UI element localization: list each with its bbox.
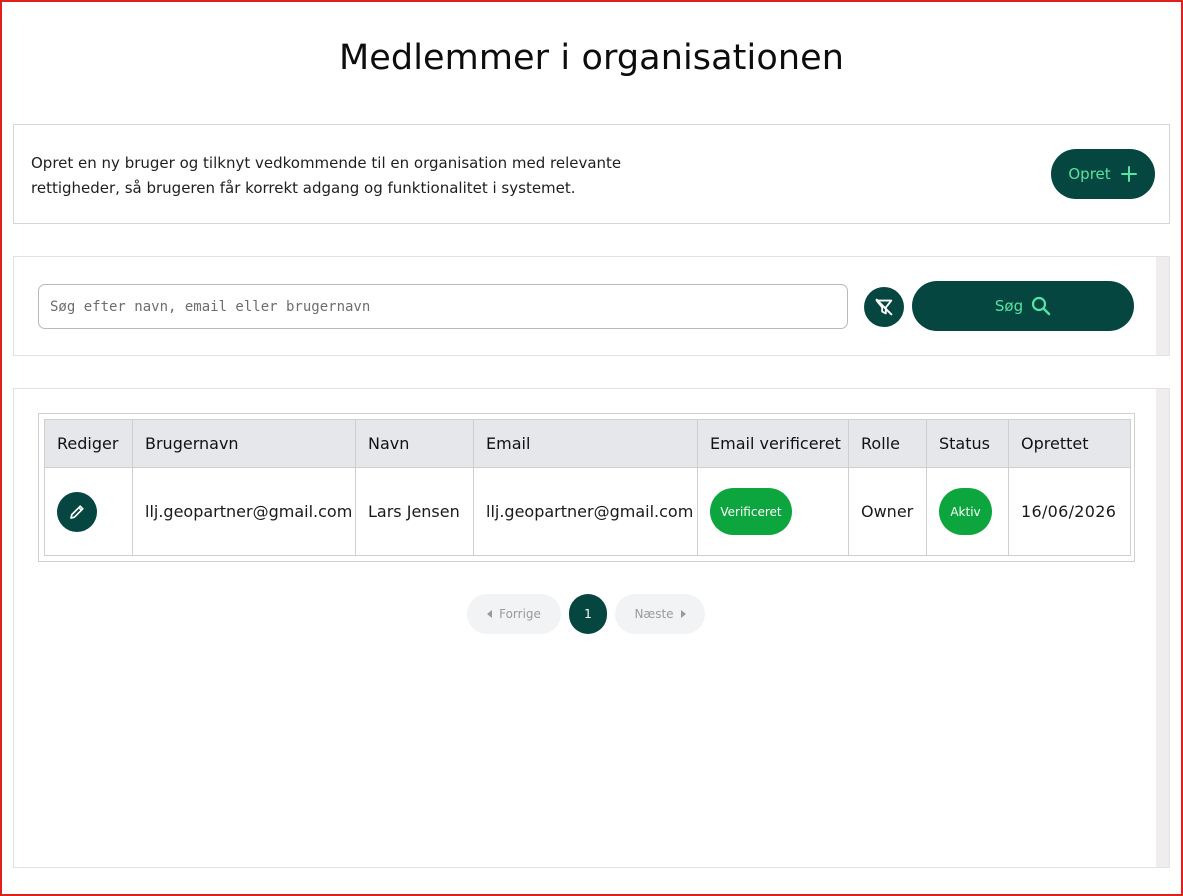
username-cell: llj.geopartner@gmail.com	[132, 467, 356, 556]
search-button-label: Søg	[994, 297, 1024, 315]
next-page-button[interactable]: Næste	[615, 594, 705, 634]
scrollbar-track[interactable]	[1156, 389, 1169, 867]
column-header-username[interactable]: Brugernavn	[132, 419, 356, 468]
search-icon	[1032, 296, 1051, 316]
role-cell: Owner	[848, 467, 927, 556]
column-header-email[interactable]: Email	[473, 419, 698, 468]
plus-icon	[1120, 166, 1137, 182]
previous-page-label: Forrige	[499, 607, 541, 621]
edit-cell	[44, 467, 133, 556]
intro-card: Opret en ny bruger og tilknyt vedkommend…	[13, 124, 1170, 224]
status-badge: Aktiv	[939, 488, 992, 535]
caret-right-icon	[680, 610, 686, 618]
email-verified-cell: Verificeret	[697, 467, 849, 556]
previous-page-button[interactable]: Forrige	[467, 594, 561, 634]
name-cell: Lars Jensen	[355, 467, 474, 556]
search-input[interactable]	[38, 284, 848, 329]
column-header-created[interactable]: Oprettet	[1008, 419, 1131, 468]
column-header-role[interactable]: Rolle	[848, 419, 927, 468]
page-number-button[interactable]: 1	[569, 594, 607, 634]
next-page-label: Næste	[634, 607, 674, 621]
table-header-row: Rediger Brugernavn Navn Email Email veri…	[44, 419, 1131, 468]
create-button-label: Opret	[1068, 165, 1111, 183]
clear-filter-button[interactable]	[864, 287, 904, 327]
column-header-email-verified[interactable]: Email verificeret	[697, 419, 849, 468]
intro-text-line: Opret en ny bruger og tilknyt vedkommend…	[31, 154, 622, 172]
column-header-name[interactable]: Navn	[355, 419, 474, 468]
created-cell: 16/06/2026	[1021, 502, 1117, 521]
email-cell: llj.geopartner@gmail.com	[473, 467, 698, 556]
members-table: Rediger Brugernavn Navn Email Email veri…	[44, 419, 1131, 556]
filter-off-icon	[875, 298, 893, 316]
scrollbar-track[interactable]	[1156, 257, 1169, 355]
members-table-card: Rediger Brugernavn Navn Email Email veri…	[13, 388, 1170, 868]
search-card: Søg	[13, 256, 1170, 356]
edit-user-button[interactable]	[57, 491, 97, 532]
create-user-button[interactable]: Opret	[1051, 149, 1155, 199]
column-header-status[interactable]: Status	[926, 419, 1009, 468]
intro-description: Opret en ny bruger og tilknyt vedkommend…	[31, 151, 641, 201]
table-container: Rediger Brugernavn Navn Email Email veri…	[38, 413, 1135, 562]
column-header-edit: Rediger	[44, 419, 133, 468]
email-verified-badge: Verificeret	[710, 488, 792, 535]
page-title: Medlemmer i organisationen	[338, 38, 845, 78]
pencil-icon	[70, 504, 84, 519]
table-row: llj.geopartner@gmail.com Lars Jensen llj…	[44, 467, 1131, 556]
search-button[interactable]: Søg	[912, 281, 1134, 331]
status-cell: Aktiv	[926, 467, 1009, 556]
intro-text-line: rettigheder, så brugeren får korrekt adg…	[31, 179, 576, 197]
pagination: Forrige 1 Næste	[467, 594, 705, 634]
caret-left-icon	[487, 610, 493, 618]
